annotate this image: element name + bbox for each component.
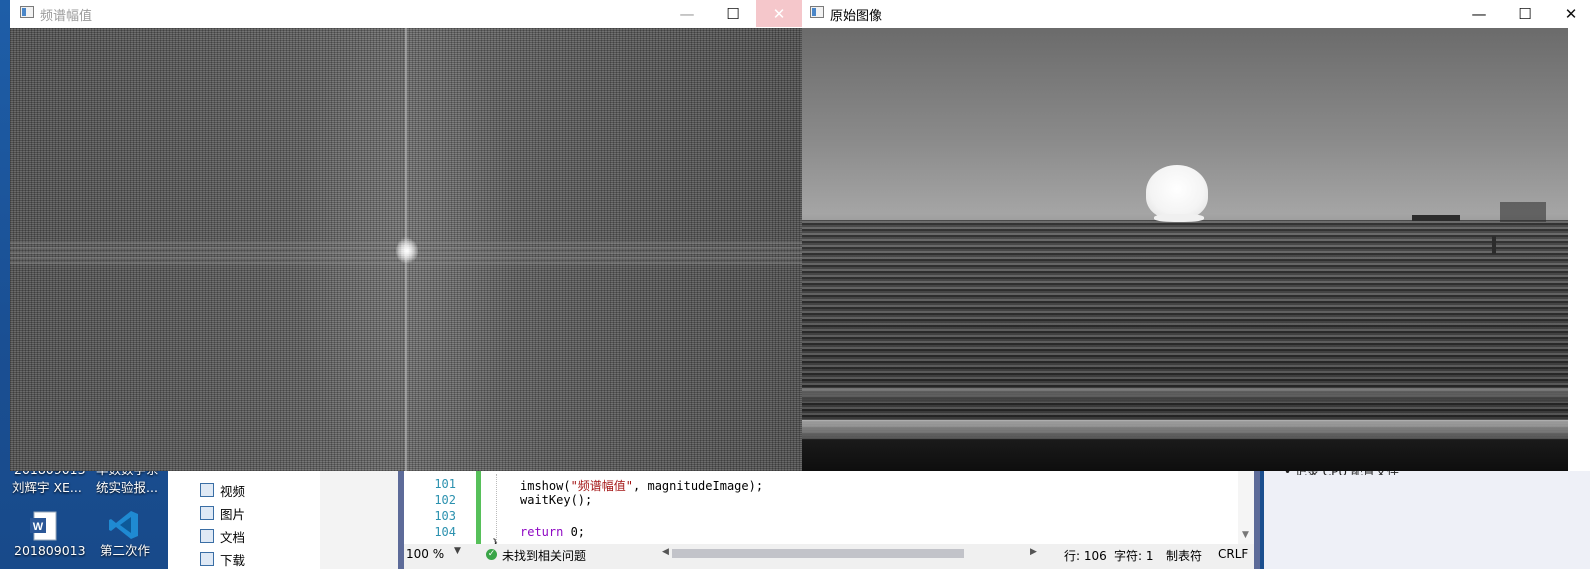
wave-band — [802, 440, 1568, 471]
code-line[interactable]: waitKey(); — [520, 493, 592, 507]
close-button[interactable]: ✕ — [1548, 0, 1590, 27]
nav-item-label: 下载 — [220, 552, 246, 568]
line-number: 101 — [434, 477, 456, 491]
code-line[interactable]: imshow("频谱幅值", magnitudeImage); — [520, 477, 763, 494]
nav-item-pictures[interactable]: 图片 — [200, 503, 245, 523]
desktop-icon-label[interactable]: 201809013 — [14, 543, 86, 559]
zoom-level[interactable]: 100 % — [406, 547, 444, 561]
ship-silhouette — [1500, 202, 1546, 222]
nav-item-label: 文档 — [220, 529, 246, 545]
ship-silhouette — [1412, 215, 1460, 221]
desktop-icon-label[interactable]: 统实验报... — [96, 480, 166, 496]
nav-item-videos[interactable]: 视频 — [200, 480, 245, 500]
chevron-down-icon[interactable]: ▼ — [454, 546, 461, 556]
desktop-icon-label[interactable]: 第二次作 — [100, 543, 150, 559]
window-app-icon — [810, 6, 824, 18]
word-document-icon[interactable]: W — [30, 511, 58, 545]
maximize-button[interactable]: ☐ — [710, 0, 756, 27]
code-token: , magnitudeImage); — [633, 479, 764, 493]
window-title: 频谱幅值 — [40, 9, 93, 24]
wave-band — [802, 388, 1568, 402]
spectrum-center-peak — [396, 238, 418, 264]
explorer-nav-pane: 视频 图片 文档 下载 — [168, 470, 321, 569]
vertical-scrollbar[interactable]: ▼ — [1238, 470, 1254, 544]
tabs-indicator[interactable]: 制表符 — [1166, 547, 1202, 564]
spectrum-image — [10, 28, 802, 471]
line-number: 103 — [434, 509, 456, 523]
horizontal-scroll-thumb[interactable] — [672, 549, 964, 558]
line-number: 102 — [434, 493, 456, 507]
buoy-silhouette — [1492, 236, 1496, 254]
window-app-icon — [20, 6, 34, 18]
picture-icon — [200, 506, 214, 520]
sunset-photo — [802, 28, 1568, 471]
scroll-right-icon[interactable]: ▶ — [1030, 547, 1037, 557]
eol-indicator[interactable]: CRLF — [1218, 547, 1248, 561]
window-title: 原始图像 — [830, 9, 883, 24]
check-icon: ✓ — [486, 549, 497, 560]
minimize-button[interactable]: — — [664, 0, 710, 27]
maximize-button[interactable]: ☐ — [1502, 0, 1548, 27]
video-icon — [200, 483, 214, 497]
code-keyword: return — [520, 525, 564, 539]
minimize-button[interactable]: — — [1456, 0, 1502, 27]
code-token: 0; — [563, 525, 586, 539]
spectrum-window-titlebar[interactable]: 频谱幅值 — ☐ ✕ — [10, 0, 802, 27]
change-indicator — [476, 470, 481, 544]
char-indicator[interactable]: 字符: 1 — [1114, 547, 1154, 564]
nav-item-downloads[interactable]: 下载 — [200, 549, 245, 569]
code-string: "频谱幅值" — [570, 479, 634, 493]
line-indicator[interactable]: 行: 106 — [1064, 547, 1107, 564]
spectrum-window: 频谱幅值 — ☐ ✕ — [10, 0, 802, 471]
sun-reflection — [1154, 214, 1204, 222]
wave-band — [802, 420, 1568, 438]
nav-item-label: 图片 — [220, 506, 246, 522]
nav-item-label: 视频 — [220, 483, 246, 499]
issues-status[interactable]: 未找到相关问题 — [502, 547, 586, 564]
scroll-left-icon[interactable]: ◀ — [662, 547, 669, 557]
line-number: 104 — [434, 525, 456, 539]
code-token: imshow( — [520, 479, 571, 493]
nav-item-documents[interactable]: 文档 — [200, 526, 245, 546]
close-button[interactable]: ✕ — [756, 0, 802, 27]
original-image-window: 原始图像 — ☐ ✕ — [802, 0, 1590, 471]
download-icon — [200, 552, 214, 566]
explorer-content-pane — [320, 470, 398, 569]
sun — [1146, 165, 1208, 219]
vscode-icon[interactable] — [108, 509, 140, 545]
code-line[interactable]: return 0; — [520, 525, 585, 539]
diagnostic-panel: • 记录 CPU 配置文件 — [1264, 465, 1590, 569]
desktop-icon-label[interactable]: 刘辉宇 XE... — [12, 480, 94, 496]
original-window-titlebar[interactable]: 原始图像 — ☐ ✕ — [802, 0, 1590, 27]
document-icon — [200, 529, 214, 543]
indent-guide — [496, 474, 498, 544]
svg-text:W: W — [33, 521, 44, 533]
scroll-down-icon[interactable]: ▼ — [1242, 530, 1249, 540]
